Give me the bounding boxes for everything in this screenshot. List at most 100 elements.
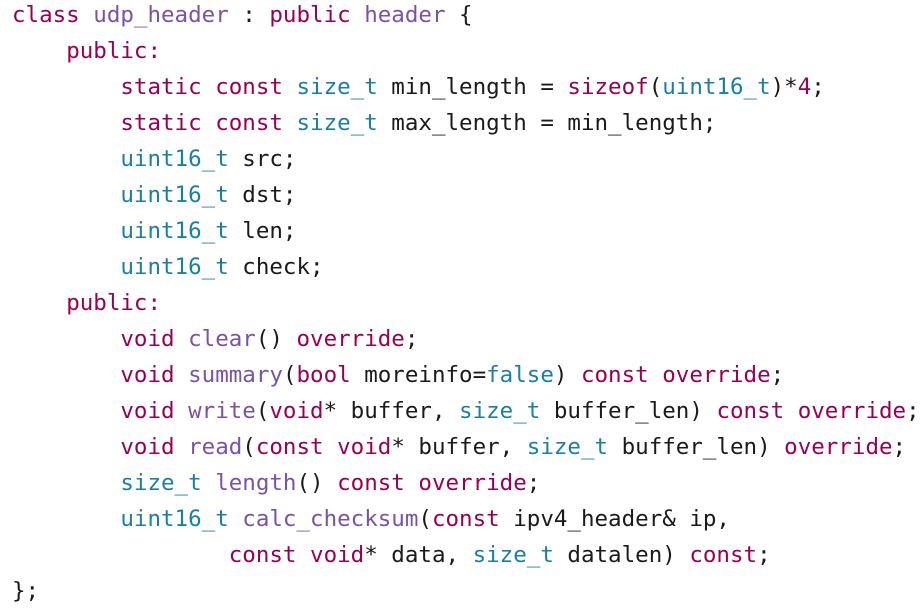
code-line: uint16_t src; [12,141,922,177]
code-token-keyword: const [228,542,297,568]
code-token-plain: ; [757,542,771,568]
code-token-keyword: public: [66,290,162,316]
code-token-keyword: override [418,470,527,496]
code-token-keyword: public: [66,38,162,64]
code-line: uint16_t check; [12,249,922,285]
code-token-type: uint16_t [120,218,229,244]
code-token-keyword: bool [296,362,351,388]
code-token-keyword: const [337,470,405,496]
code-token-plain: max_length = min_length; [377,110,717,136]
code-token-type: size_t [526,434,609,460]
code-token-keyword: sizeof [567,74,649,100]
code-token-keyword: void [120,326,175,352]
code-token-keyword: void [310,542,365,568]
code-token-type: uint16_t [120,506,229,532]
code-token-plain: dst; [228,182,297,208]
code-token-keyword: void [120,362,175,388]
code-block: class udp_header : public header { publi… [0,0,922,613]
code-token-keyword: static [120,74,202,100]
code-token-type: size_t [459,398,541,424]
code-line: static const size_t max_length = min_len… [12,105,922,141]
code-line: uint16_t len; [12,213,922,249]
code-token-plain: ; [892,434,907,460]
code-line: static const size_t min_length = sizeof(… [12,69,922,105]
code-token-plain: len; [228,218,297,244]
code-token-function: clear [188,326,256,352]
code-token-keyword: public [269,2,351,28]
code-token-type: uint16_t [120,182,229,208]
code-line: void write(void* buffer, size_t buffer_l… [12,393,922,429]
code-token-type: false [486,362,554,388]
code-token-plain: () [255,326,297,352]
code-token-plain: buffer_len) [608,434,785,460]
code-line: size_t length() const override; [12,465,922,501]
code-line: public: [12,33,922,69]
code-token-keyword: const [215,74,283,100]
code-token-keyword: const [215,110,283,136]
code-line: void clear() override; [12,321,922,357]
code-token-class-name: udp_header [79,2,243,28]
code-token-plain: ) [553,362,581,388]
code-token-plain: }; [12,578,40,604]
code-token-keyword: class [12,2,80,28]
code-token-plain: ( [648,74,663,100]
code-token-plain: ; [404,326,419,352]
code-token-plain: ; [811,74,825,100]
code-token-keyword: override [296,326,405,352]
code-line: }; [12,573,922,609]
code-line: class udp_header : public header { [12,0,922,33]
code-token-keyword: static [120,110,202,136]
code-token-class-name: header [350,2,460,28]
code-token-keyword: void [120,398,175,424]
code-token-keyword: override [662,362,771,388]
code-token-plain: ; [770,362,785,388]
code-token-plain: : [242,2,270,28]
code-token-type: uint16_t [662,74,771,100]
code-line: public: [12,285,922,321]
code-token-plain: ( [242,434,256,460]
code-token-plain: { [459,2,473,28]
code-token-plain: datalen) [553,542,690,568]
code-token-plain: ; [526,470,541,496]
code-line: void summary(bool moreinfo=false) const … [12,357,922,393]
code-token-keyword: void [120,434,175,460]
code-token-plain: )* [770,74,798,100]
code-line: void read(const void* buffer, size_t buf… [12,429,922,465]
code-token-keyword: const [716,398,785,424]
code-token-keyword: void [337,434,392,460]
code-token-plain: () [296,470,338,496]
code-token-plain: buffer_len) [540,398,717,424]
code-token-function: summary [188,362,283,388]
code-token-plain: ( [418,506,432,532]
code-token-keyword: void [269,398,324,424]
code-token-plain: moreinfo= [350,362,487,388]
code-token-plain: check; [228,254,324,280]
code-token-plain: ( [282,362,297,388]
code-token-type: size_t [120,470,202,496]
